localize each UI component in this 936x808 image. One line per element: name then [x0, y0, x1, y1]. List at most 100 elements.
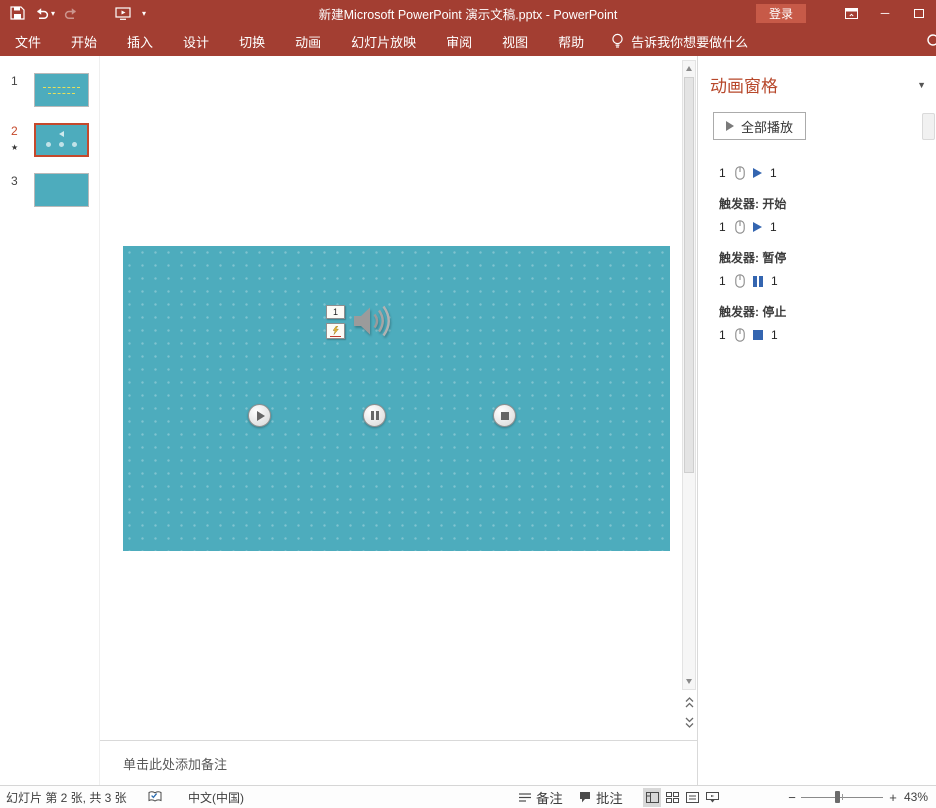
previous-slide-button[interactable] — [682, 694, 696, 711]
maximize-icon — [914, 9, 924, 18]
quick-access-toolbar: ▾ ▾ — [0, 0, 149, 26]
status-bar: 幻灯片 第 2 张, 共 3 张 中文(中国) 备注 批注 — [0, 785, 936, 808]
zoom-percentage[interactable]: 43% — [904, 786, 936, 808]
slide-sorter-view-button[interactable] — [663, 788, 681, 807]
notes-icon — [519, 792, 531, 803]
slide-1-thumbnail[interactable] — [34, 73, 89, 107]
slide-canvas[interactable]: 1 — [123, 246, 670, 551]
tab-insert[interactable]: 插入 — [112, 26, 168, 56]
mouse-trigger-icon — [735, 166, 745, 180]
normal-view-button[interactable] — [643, 788, 661, 807]
lightbulb-icon — [611, 33, 624, 49]
reading-view-button[interactable] — [683, 788, 701, 807]
tab-view[interactable]: 视图 — [487, 26, 543, 56]
slide-counter: 幻灯片 第 2 张, 共 3 张 — [6, 786, 127, 808]
audio-speaker-icon[interactable] — [351, 302, 395, 345]
zoom-slider-thumb[interactable] — [835, 791, 840, 803]
pane-menu-icon[interactable]: ▼ — [917, 80, 926, 90]
play-all-button[interactable]: 全部播放 — [713, 112, 806, 140]
undo-dropdown-icon[interactable]: ▾ — [51, 9, 55, 18]
repeat-icon — [64, 7, 79, 20]
scroll-up-arrow[interactable] — [683, 62, 695, 75]
thumbnail-row-1: 1 — [0, 73, 99, 107]
zoom-slider[interactable] — [801, 786, 883, 808]
slideshow-view-icon — [706, 792, 719, 803]
ribbon-display-options-icon — [845, 8, 858, 19]
animation-item[interactable]: 1 1 — [719, 216, 936, 238]
tab-help[interactable]: 帮助 — [543, 26, 599, 56]
undo-button[interactable]: ▾ — [31, 2, 58, 24]
slide-thumbnail-panel: 1 2 ★ 3 — [0, 56, 100, 785]
trigger-label: 触发器: 停止 — [719, 302, 936, 322]
slide-3-thumbnail[interactable] — [34, 173, 89, 207]
notes-pane[interactable]: 单击此处添加备注 — [100, 740, 697, 785]
start-slideshow-button[interactable] — [112, 2, 134, 24]
double-chevron-up-icon — [685, 697, 694, 708]
customize-caret-icon: ▾ — [142, 9, 146, 18]
search-icon[interactable] — [926, 33, 936, 55]
animation-item[interactable]: 1 1 — [719, 162, 936, 184]
tab-transitions[interactable]: 切换 — [224, 26, 280, 56]
save-button[interactable] — [7, 2, 28, 24]
vertical-scrollbar[interactable] — [682, 60, 696, 690]
slide-3-number: 3 — [11, 174, 18, 188]
tell-me-box[interactable]: 告诉我你想要做什么 — [611, 26, 748, 56]
audio-play-button[interactable] — [248, 404, 271, 427]
mouse-trigger-icon — [735, 328, 745, 342]
thumb-text-line — [48, 93, 75, 94]
zoom-out-button[interactable]: − — [785, 786, 799, 808]
double-chevron-down-icon — [685, 717, 694, 728]
tab-review[interactable]: 审阅 — [431, 26, 487, 56]
animation-star-icon: ★ — [11, 143, 18, 152]
tab-animations[interactable]: 动画 — [280, 26, 336, 56]
thumb-audio-icon — [59, 131, 64, 137]
scrollbar-thumb[interactable] — [684, 77, 694, 473]
trigger-tag[interactable] — [326, 323, 345, 339]
slideshow-view-button[interactable] — [703, 788, 721, 807]
animation-pane: 动画窗格 ▼ 全部播放 1 1 触发器: 开始 1 1 触发器: 暂停 1 — [697, 56, 936, 785]
tab-design[interactable]: 设计 — [168, 26, 224, 56]
tab-file[interactable]: 文件 — [0, 26, 56, 56]
comments-toggle-button[interactable]: 批注 — [579, 786, 623, 808]
slide-1-number: 1 — [11, 74, 18, 88]
animation-number-tag[interactable]: 1 — [326, 305, 345, 319]
language-indicator[interactable]: 中文(中国) — [188, 786, 244, 808]
repeat-button[interactable] — [61, 2, 82, 24]
trigger-label: 触发器: 开始 — [719, 194, 936, 214]
next-slide-button[interactable] — [682, 714, 696, 731]
animation-item[interactable]: 1 1 — [719, 270, 936, 292]
title-bar: 新建Microsoft PowerPoint 演示文稿.pptx - Power… — [0, 0, 936, 26]
powerpoint-window: 新建Microsoft PowerPoint 演示文稿.pptx - Power… — [0, 0, 936, 808]
play-effect-icon — [753, 222, 762, 232]
view-shortcuts — [643, 786, 721, 808]
triangle-up-icon — [686, 66, 692, 71]
tab-home[interactable]: 开始 — [56, 26, 112, 56]
stop-effect-icon — [753, 330, 763, 340]
scroll-down-arrow[interactable] — [683, 675, 695, 688]
titlebar-controls: 登录 ─ — [756, 0, 936, 26]
animation-item[interactable]: 1 1 — [719, 324, 936, 346]
zoom-in-button[interactable]: + — [886, 786, 900, 808]
pause-effect-icon — [753, 276, 763, 287]
reading-view-icon — [686, 792, 699, 803]
play-icon — [257, 411, 265, 421]
notes-toggle-button[interactable]: 备注 — [519, 786, 563, 808]
undo-icon — [34, 7, 49, 20]
maximize-button[interactable] — [902, 0, 936, 26]
spellcheck-icon[interactable] — [148, 786, 162, 808]
sign-in-button[interactable]: 登录 — [756, 4, 806, 23]
pane-scrollbar[interactable] — [922, 113, 935, 140]
audio-pause-button[interactable] — [363, 404, 386, 427]
tab-slideshow[interactable]: 幻灯片放映 — [336, 26, 431, 56]
minimize-button[interactable]: ─ — [868, 0, 902, 26]
thumb-media-button — [46, 142, 51, 147]
slide-2-thumbnail[interactable] — [34, 123, 89, 157]
comment-icon — [579, 791, 591, 803]
slide-editing-area: 1 — [100, 56, 697, 785]
thumbnail-row-2: 2 ★ — [0, 123, 99, 157]
audio-stop-button[interactable] — [493, 404, 516, 427]
play-all-icon — [726, 121, 734, 131]
customize-qat-button[interactable]: ▾ — [137, 2, 149, 24]
ribbon-display-options-button[interactable] — [834, 0, 868, 26]
trigger-bolt-icon — [331, 326, 340, 335]
